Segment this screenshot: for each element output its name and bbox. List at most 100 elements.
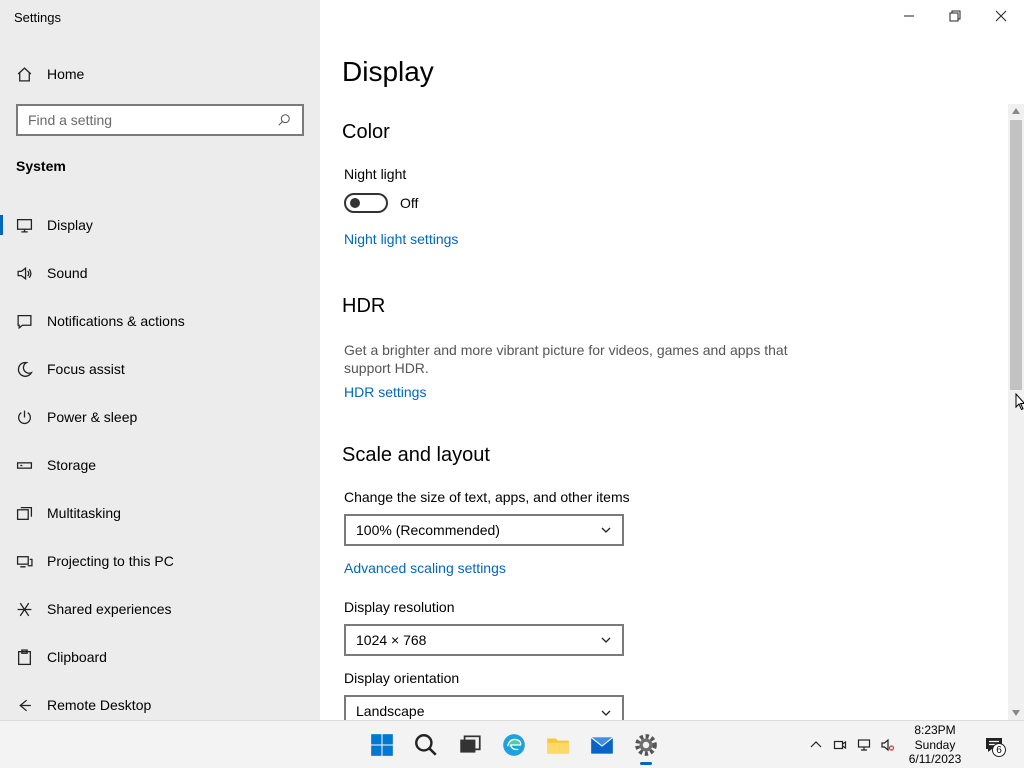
app-title: Settings bbox=[14, 10, 61, 25]
task-view-icon bbox=[460, 735, 481, 753]
clock-time: 8:23PM bbox=[914, 723, 956, 737]
chevron-down-icon bbox=[601, 527, 611, 533]
close-button[interactable] bbox=[978, 0, 1024, 32]
clock-day: Sunday bbox=[914, 737, 956, 752]
remote-desktop-icon bbox=[16, 697, 33, 714]
page-title: Display bbox=[342, 56, 434, 87]
size-label: Change the size of text, apps, and other… bbox=[344, 489, 630, 505]
scroll-down-arrow[interactable] bbox=[1008, 706, 1024, 720]
network-button[interactable] bbox=[852, 721, 876, 768]
advanced-scaling-link[interactable]: Advanced scaling settings bbox=[344, 560, 506, 576]
volume-button[interactable] bbox=[876, 721, 900, 768]
restore-icon bbox=[949, 10, 961, 22]
taskbar-search-button[interactable] bbox=[404, 721, 448, 768]
storage-icon bbox=[16, 457, 33, 474]
scroll-thumb[interactable] bbox=[1010, 120, 1022, 390]
sidebar-item-label: Focus assist bbox=[47, 361, 125, 377]
home-label: Home bbox=[47, 66, 85, 82]
toggle-knob bbox=[350, 198, 360, 208]
scroll-up-arrow[interactable] bbox=[1008, 104, 1024, 118]
scrollbar[interactable] bbox=[1008, 104, 1024, 720]
taskbar-apps bbox=[360, 721, 668, 768]
color-heading: Color bbox=[342, 121, 390, 143]
start-button[interactable] bbox=[360, 721, 404, 768]
sidebar: Settings Home System Display bbox=[0, 0, 320, 720]
start-icon bbox=[371, 734, 393, 756]
night-light-settings-link[interactable]: Night light settings bbox=[344, 231, 458, 247]
resolution-label: Display resolution bbox=[344, 599, 455, 615]
mail-button[interactable] bbox=[580, 721, 624, 768]
file-explorer-button[interactable] bbox=[536, 721, 580, 768]
notification-icon bbox=[16, 313, 33, 330]
sidebar-item-label: Display bbox=[47, 217, 93, 233]
sidebar-item-label: Multitasking bbox=[47, 505, 121, 521]
sidebar-nav: Display Sound Notifications & actions Fo… bbox=[0, 201, 320, 729]
sidebar-item-label: Shared experiences bbox=[47, 601, 172, 617]
volume-muted-icon bbox=[881, 738, 895, 752]
sidebar-item-label: Notifications & actions bbox=[47, 313, 185, 329]
search-icon bbox=[415, 734, 437, 756]
search-icon[interactable] bbox=[275, 112, 292, 129]
sidebar-item-label: Remote Desktop bbox=[47, 697, 152, 713]
hdr-settings-link[interactable]: HDR settings bbox=[344, 384, 426, 400]
sidebar-item-power-sleep[interactable]: Power & sleep bbox=[0, 393, 320, 441]
shared-experiences-icon bbox=[16, 601, 33, 618]
settings-button[interactable] bbox=[624, 721, 668, 768]
show-hidden-icons-button[interactable] bbox=[804, 721, 828, 768]
sidebar-item-projecting[interactable]: Projecting to this PC bbox=[0, 537, 320, 585]
edge-icon bbox=[503, 734, 525, 756]
chevron-down-icon bbox=[601, 637, 611, 643]
sidebar-item-shared-experiences[interactable]: Shared experiences bbox=[0, 585, 320, 633]
sidebar-item-label: Power & sleep bbox=[47, 409, 138, 425]
sidebar-item-label: Projecting to this PC bbox=[47, 553, 174, 569]
restore-button[interactable] bbox=[932, 0, 978, 32]
clipboard-icon bbox=[16, 648, 33, 666]
sidebar-item-multitasking[interactable]: Multitasking bbox=[0, 489, 320, 537]
minimize-button[interactable] bbox=[886, 0, 932, 32]
scale-dropdown[interactable]: 100% (Recommended) bbox=[344, 514, 624, 546]
power-icon bbox=[16, 409, 33, 426]
camera-icon bbox=[833, 740, 847, 750]
edge-button[interactable] bbox=[492, 721, 536, 768]
sidebar-item-storage[interactable]: Storage bbox=[0, 441, 320, 489]
orientation-dropdown[interactable]: Landscape bbox=[344, 695, 624, 720]
sidebar-item-clipboard[interactable]: Clipboard bbox=[0, 633, 320, 681]
orientation-value: Landscape bbox=[356, 703, 425, 719]
sidebar-item-display[interactable]: Display bbox=[0, 201, 320, 249]
sidebar-item-label: Sound bbox=[47, 265, 88, 281]
night-light-label: Night light bbox=[344, 166, 407, 182]
search-box[interactable] bbox=[16, 104, 304, 136]
chevron-down-icon bbox=[601, 710, 611, 716]
projecting-icon bbox=[16, 553, 33, 570]
task-view-button[interactable] bbox=[448, 721, 492, 768]
scale-layout-heading: Scale and layout bbox=[342, 444, 490, 466]
night-light-state: Off bbox=[400, 195, 419, 211]
network-icon bbox=[857, 739, 871, 751]
sidebar-item-sound[interactable]: Sound bbox=[0, 249, 320, 297]
notification-center-button[interactable]: 6 bbox=[980, 731, 1008, 759]
sidebar-item-label: Clipboard bbox=[47, 649, 107, 665]
settings-window: Settings Home System Display bbox=[0, 0, 1024, 720]
home-nav-item[interactable]: Home bbox=[16, 62, 84, 86]
search-input[interactable] bbox=[28, 112, 275, 128]
resolution-dropdown[interactable]: 1024 × 768 bbox=[344, 624, 624, 656]
file-explorer-icon bbox=[547, 738, 569, 754]
night-light-toggle-row: Off bbox=[344, 193, 418, 213]
sidebar-item-focus-assist[interactable]: Focus assist bbox=[0, 345, 320, 393]
sidebar-item-label: Storage bbox=[47, 457, 97, 473]
hdr-heading: HDR bbox=[342, 295, 386, 317]
sidebar-item-notifications[interactable]: Notifications & actions bbox=[0, 297, 320, 345]
resolution-value: 1024 × 768 bbox=[356, 632, 427, 648]
speaker-icon bbox=[16, 265, 33, 282]
night-light-toggle[interactable] bbox=[344, 193, 388, 213]
notification-count-badge: 6 bbox=[992, 743, 1006, 757]
meet-now-button[interactable] bbox=[828, 721, 852, 768]
taskbar-clock[interactable]: 8:23PM Sunday 6/11/2023 bbox=[898, 723, 972, 767]
mail-icon bbox=[590, 736, 614, 754]
scale-value: 100% (Recommended) bbox=[356, 522, 500, 538]
taskbar: 8:23PM Sunday 6/11/2023 6 bbox=[0, 720, 1024, 768]
window-controls bbox=[886, 0, 1024, 32]
close-icon bbox=[995, 10, 1007, 22]
home-icon bbox=[16, 66, 33, 83]
mouse-cursor-icon bbox=[1015, 393, 1024, 411]
